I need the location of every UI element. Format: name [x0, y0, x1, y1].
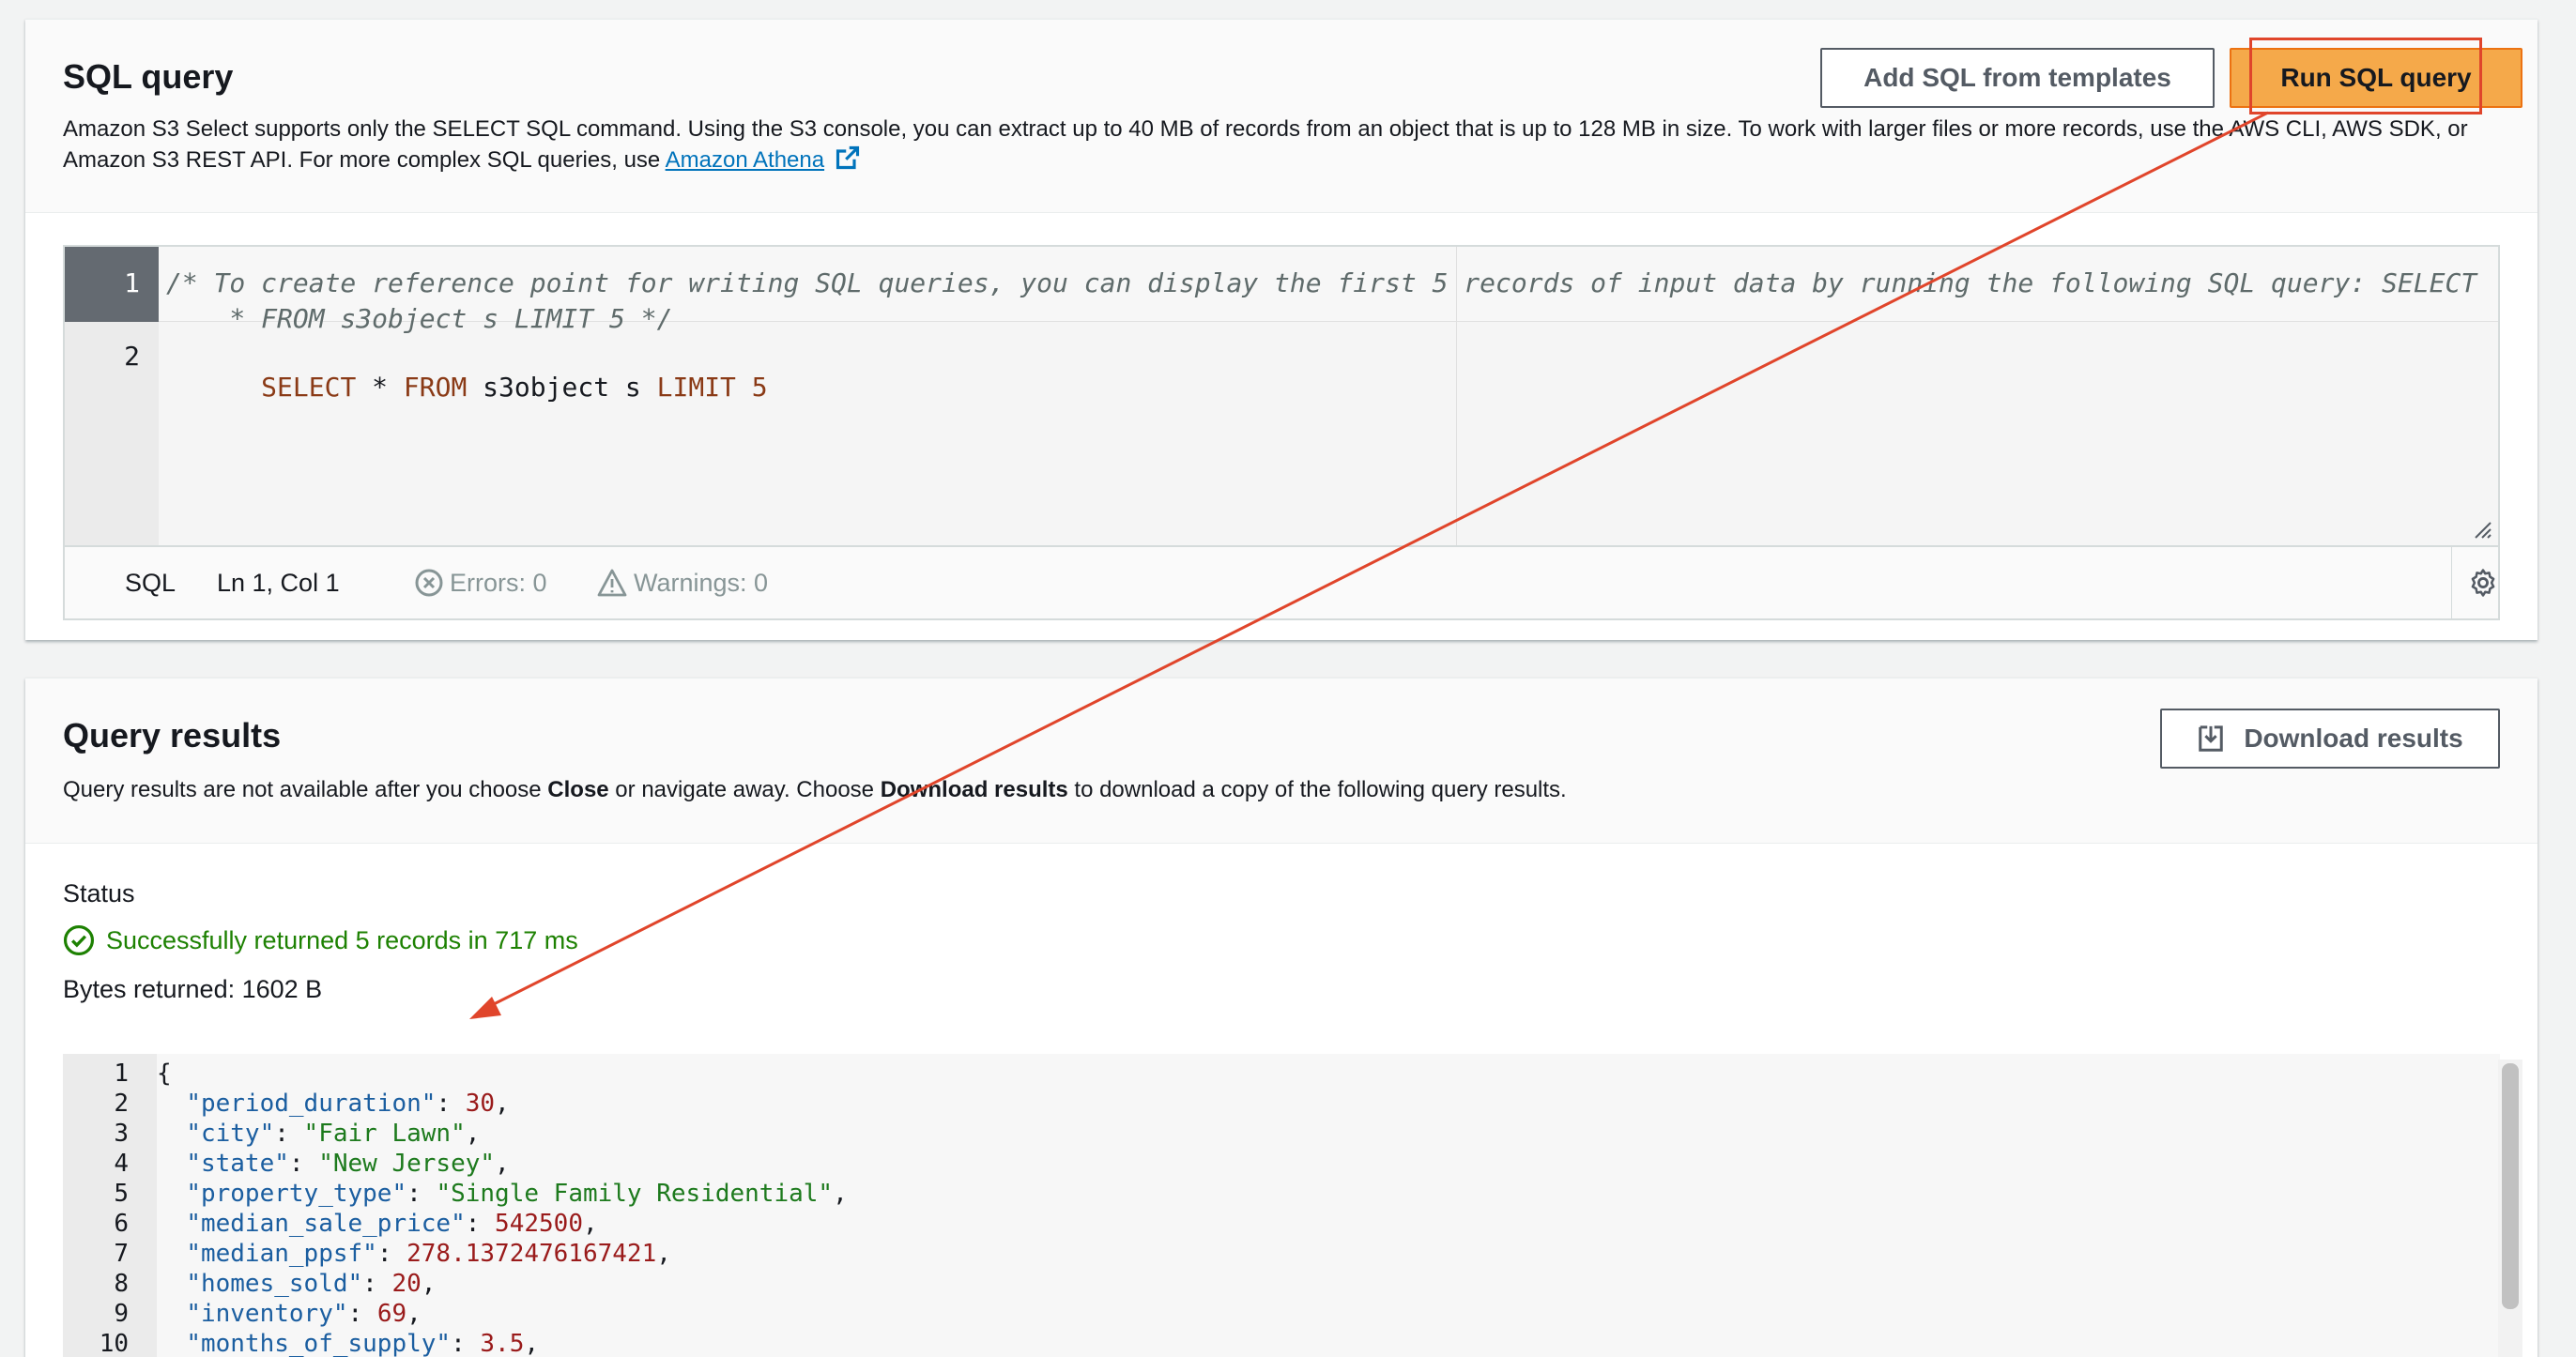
status-message: Successfully returned 5 records in 717 m… — [63, 924, 578, 956]
sql-editor[interactable]: 1 2 /* To create reference point for wri… — [63, 245, 2500, 620]
json-line-number: 5 — [114, 1180, 129, 1208]
external-link-icon[interactable] — [835, 145, 861, 171]
json-line-number: 8 — [114, 1270, 129, 1298]
json-line-number: 1 — [114, 1060, 129, 1088]
language-indicator: SQL — [125, 568, 176, 597]
bytes-returned: Bytes returned: 1602 B — [63, 975, 323, 1003]
sql-query-title: SQL query — [63, 57, 234, 96]
run-button-highlight-box — [2249, 38, 2482, 114]
status-divider — [2451, 547, 2452, 620]
editor-line-1: /* To create reference point for writing… — [166, 267, 2477, 298]
results-json-viewer[interactable]: 1 {2 "period_duration": 30, 3 "city": "Fai… — [63, 1054, 2522, 1357]
json-line: "months_of_supply": 3.5, — [186, 1330, 540, 1357]
amazon-athena-link[interactable]: Amazon Athena — [666, 147, 824, 173]
query-results-panel: Query results Download results Query res… — [25, 678, 2538, 1357]
json-line: "city": "Fair Lawn", — [186, 1120, 481, 1148]
json-line-number: 10 — [99, 1330, 129, 1357]
json-line-number: 2 — [114, 1090, 129, 1118]
json-line: "state": "New Jersey", — [186, 1150, 510, 1178]
json-line: "homes_sold": 20, — [186, 1270, 437, 1298]
json-line: "property_type": "Single Family Resident… — [186, 1180, 848, 1208]
json-line: { — [157, 1060, 172, 1088]
sql-query-header: SQL query Add SQL from templates Run SQL… — [25, 20, 2538, 213]
errors-indicator[interactable]: Errors: 0 — [414, 568, 547, 598]
json-line-number: 9 — [114, 1300, 129, 1328]
json-line-number: 4 — [114, 1150, 129, 1178]
query-results-title: Query results — [63, 716, 282, 755]
sql-query-panel: SQL query Add SQL from templates Run SQL… — [25, 19, 2538, 640]
gear-icon[interactable] — [2467, 567, 2499, 599]
download-icon — [2199, 725, 2224, 752]
json-line-number: 3 — [114, 1120, 129, 1148]
sql-query-description: Amazon S3 Select supports only the SELEC… — [63, 114, 2522, 175]
status-label: Status — [63, 879, 135, 907]
results-scrollbar-thumb[interactable] — [2502, 1063, 2519, 1309]
success-check-icon — [63, 924, 95, 956]
warnings-indicator[interactable]: Warnings: 0 — [596, 568, 768, 598]
cursor-position: Ln 1, Col 1 — [217, 568, 340, 597]
json-line: "median_ppsf": 278.1372476167421, — [186, 1240, 671, 1268]
add-sql-from-templates-button[interactable]: Add SQL from templates — [1820, 48, 2215, 108]
editor-status-bar: SQL Ln 1, Col 1 Errors: 0 Warnings: 0 — [65, 545, 2499, 620]
json-line-number: 6 — [114, 1210, 129, 1238]
json-line-number: 7 — [114, 1240, 129, 1268]
error-icon — [415, 569, 443, 597]
json-line: "median_sale_price": 542500, — [186, 1210, 598, 1238]
editor-line-number: 1 — [124, 267, 140, 298]
warning-icon — [597, 569, 627, 597]
query-results-header: Query results Download results Query res… — [25, 678, 2538, 844]
editor-line-2: SELECT * FROM s3object s LIMIT 5 — [261, 372, 768, 403]
json-line: "period_duration": 30, — [186, 1090, 510, 1118]
sql-description-text: Amazon S3 Select supports only the SELEC… — [63, 116, 2468, 173]
json-line: "inventory": 69, — [186, 1300, 422, 1328]
editor-line-number: 2 — [124, 341, 140, 372]
editor-line-1-wrap: * FROM s3object s LIMIT 5 */ — [166, 303, 673, 334]
query-results-description: Query results are not available after yo… — [63, 777, 1567, 802]
resize-handle-icon[interactable] — [2472, 519, 2492, 540]
download-results-button[interactable]: Download results — [2160, 709, 2500, 769]
